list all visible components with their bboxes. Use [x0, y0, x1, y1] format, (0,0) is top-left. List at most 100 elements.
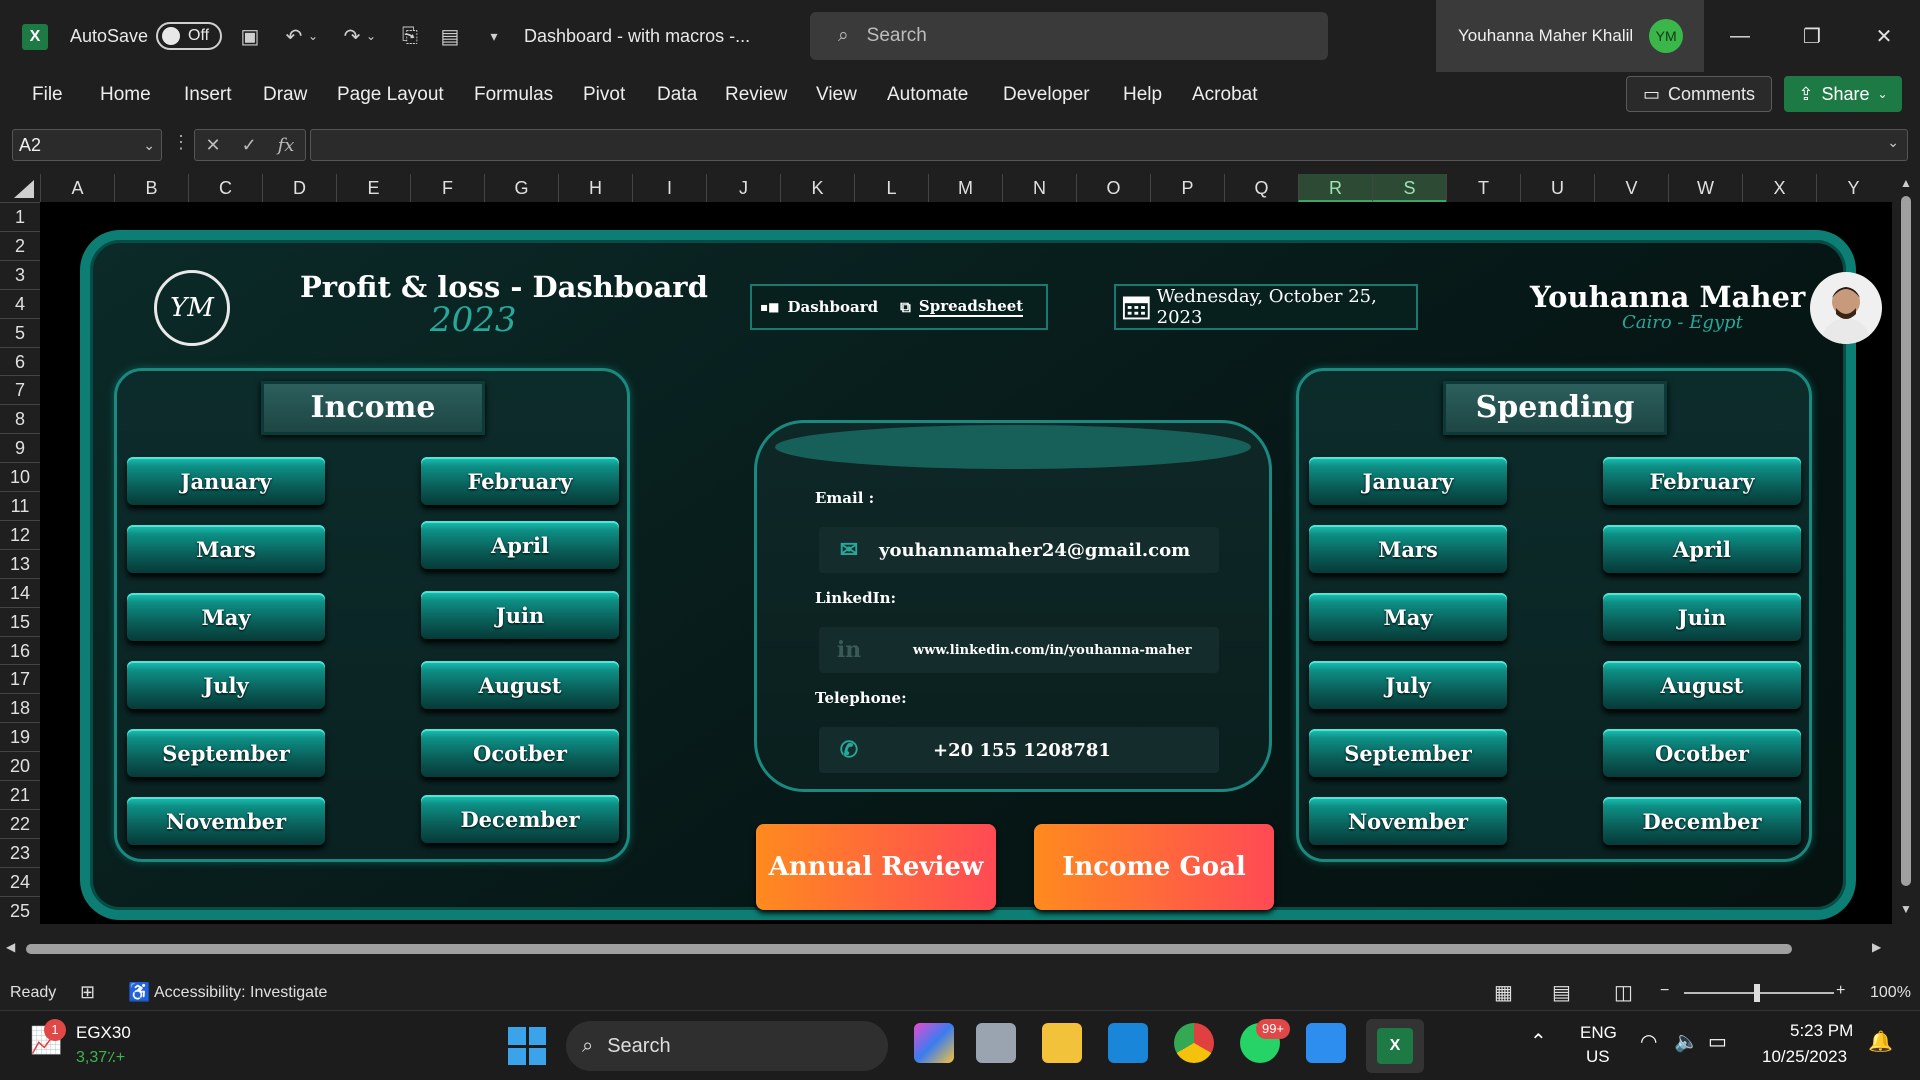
- annual-review-button[interactable]: Annual Review: [756, 824, 996, 910]
- mail-icon[interactable]: [1108, 1023, 1148, 1063]
- minimize-icon[interactable]: —: [1704, 0, 1776, 72]
- normal-view-icon[interactable]: ▦: [1494, 980, 1513, 1005]
- column-header-k[interactable]: K: [780, 174, 854, 202]
- spending-september-button[interactable]: September: [1309, 729, 1507, 777]
- row-header-20[interactable]: 20: [0, 751, 40, 780]
- row-header-9[interactable]: 9: [0, 433, 40, 462]
- zoom-level[interactable]: 100%: [1870, 984, 1911, 1002]
- windows-start-icon[interactable]: [508, 1027, 546, 1065]
- row-header-12[interactable]: 12: [0, 519, 40, 549]
- ticker-name[interactable]: EGX30: [76, 1023, 131, 1043]
- spending-july-button[interactable]: July: [1309, 661, 1507, 709]
- customize-toolbar-icon[interactable]: ▾: [480, 22, 508, 50]
- scroll-right-icon[interactable]: ▶: [1872, 940, 1881, 954]
- wifi-icon[interactable]: ◠: [1640, 1029, 1657, 1054]
- tab-review[interactable]: Review: [725, 84, 787, 106]
- row-header-10[interactable]: 10: [0, 462, 40, 491]
- row-header-3[interactable]: 3: [0, 259, 40, 289]
- volume-icon[interactable]: 🔈: [1674, 1029, 1699, 1054]
- income-goal-button[interactable]: Income Goal: [1034, 824, 1274, 910]
- row-header-21[interactable]: 21: [0, 780, 40, 809]
- chevron-up-icon[interactable]: ⌃: [1530, 1029, 1547, 1054]
- income-july-button[interactable]: July: [127, 661, 325, 709]
- column-header-a[interactable]: A: [40, 174, 114, 202]
- tab-automate[interactable]: Automate: [887, 84, 968, 106]
- tab-formulas[interactable]: Formulas: [474, 84, 553, 106]
- undo-dropdown-icon[interactable]: ⌄: [306, 22, 320, 50]
- tab-dashboard[interactable]: ▪■ Dashboard: [760, 298, 878, 316]
- more-options-icon[interactable]: ⋮: [172, 132, 190, 153]
- scroll-left-icon[interactable]: ◀: [6, 940, 15, 954]
- tab-acrobat[interactable]: Acrobat: [1192, 84, 1257, 106]
- battery-icon[interactable]: ▭: [1708, 1029, 1727, 1054]
- file-explorer-icon[interactable]: [1042, 1023, 1082, 1063]
- language-bottom[interactable]: US: [1586, 1047, 1610, 1067]
- column-header-r[interactable]: R: [1298, 174, 1372, 202]
- tab-draw[interactable]: Draw: [263, 84, 307, 106]
- income-may-button[interactable]: May: [127, 593, 325, 641]
- redo-icon[interactable]: ↷: [338, 22, 366, 50]
- spending-october-button[interactable]: Ocotber: [1603, 729, 1801, 777]
- cancel-icon[interactable]: ✕: [205, 135, 220, 156]
- column-header-v[interactable]: V: [1594, 174, 1668, 202]
- row-header-14[interactable]: 14: [0, 577, 40, 607]
- income-november-button[interactable]: November: [127, 797, 325, 845]
- notification-bell-icon[interactable]: 🔔: [1868, 1029, 1893, 1054]
- column-header-u[interactable]: U: [1520, 174, 1594, 202]
- page-break-view-icon[interactable]: ◫: [1614, 980, 1633, 1005]
- formula-input[interactable]: ⌄: [310, 129, 1908, 161]
- column-header-g[interactable]: G: [484, 174, 558, 202]
- scroll-up-icon[interactable]: ▲: [1900, 176, 1912, 190]
- language-top[interactable]: ENG: [1580, 1023, 1617, 1043]
- row-header-19[interactable]: 19: [0, 722, 40, 751]
- restore-icon[interactable]: ❐: [1776, 0, 1848, 72]
- income-august-button[interactable]: August: [421, 661, 619, 709]
- telephone-field[interactable]: ✆ +20 155 1208781: [819, 727, 1219, 773]
- column-header-e[interactable]: E: [336, 174, 410, 202]
- vertical-scrollbar[interactable]: ▲ ▼: [1892, 174, 1920, 924]
- column-header-h[interactable]: H: [558, 174, 632, 202]
- income-september-button[interactable]: September: [127, 729, 325, 777]
- spending-december-button[interactable]: December: [1603, 797, 1801, 845]
- vertical-scroll-thumb[interactable]: [1901, 196, 1911, 886]
- column-header-s[interactable]: S: [1372, 174, 1446, 202]
- close-icon[interactable]: ✕: [1848, 0, 1920, 72]
- income-april-button[interactable]: April: [421, 521, 619, 569]
- tab-data[interactable]: Data: [657, 84, 697, 106]
- copilot-icon[interactable]: [914, 1023, 954, 1063]
- spending-february-button[interactable]: February: [1603, 457, 1801, 505]
- clock-time[interactable]: 5:23 PM: [1790, 1021, 1853, 1041]
- row-header-15[interactable]: 15: [0, 606, 40, 636]
- column-header-x[interactable]: X: [1742, 174, 1816, 202]
- tab-home[interactable]: Home: [100, 84, 151, 106]
- row-header-1[interactable]: 1: [0, 202, 40, 231]
- name-box[interactable]: A2 ⌄: [12, 129, 162, 161]
- column-header-p[interactable]: P: [1150, 174, 1224, 202]
- row-header-8[interactable]: 8: [0, 404, 40, 433]
- worksheet-grid[interactable]: YM Profit & loss - Dashboard 2023 ▪■ Das…: [40, 202, 1892, 924]
- form-icon[interactable]: ▤: [436, 22, 464, 50]
- clock-date[interactable]: 10/25/2023: [1762, 1047, 1847, 1067]
- spending-august-button[interactable]: August: [1603, 661, 1801, 709]
- row-header-18[interactable]: 18: [0, 693, 40, 722]
- row-header-23[interactable]: 23: [0, 837, 40, 867]
- horizontal-scrollbar[interactable]: ◀ ▶: [0, 930, 1920, 970]
- column-header-y[interactable]: Y: [1816, 174, 1890, 202]
- row-header-25[interactable]: 25: [0, 895, 40, 925]
- income-december-button[interactable]: December: [421, 795, 619, 843]
- spending-march-button[interactable]: Mars: [1309, 525, 1507, 573]
- income-march-button[interactable]: Mars: [127, 525, 325, 573]
- column-header-w[interactable]: W: [1668, 174, 1742, 202]
- comments-button[interactable]: ▭ Comments: [1626, 76, 1772, 112]
- undo-icon[interactable]: ↶: [280, 22, 308, 50]
- chrome-icon[interactable]: [1174, 1023, 1214, 1063]
- scroll-down-icon[interactable]: ▼: [1900, 902, 1912, 916]
- column-header-o[interactable]: O: [1076, 174, 1150, 202]
- row-header-13[interactable]: 13: [0, 548, 40, 578]
- tab-spreadsheet[interactable]: ⧉ Spreadsheet: [900, 297, 1024, 317]
- fx-icon[interactable]: fx: [278, 135, 295, 156]
- page-layout-view-icon[interactable]: ▤: [1552, 980, 1571, 1005]
- share-button[interactable]: ⇪ Share ⌄: [1784, 76, 1902, 112]
- account-area[interactable]: Youhanna Maher Khalil YM: [1436, 0, 1704, 72]
- column-header-c[interactable]: C: [188, 174, 262, 202]
